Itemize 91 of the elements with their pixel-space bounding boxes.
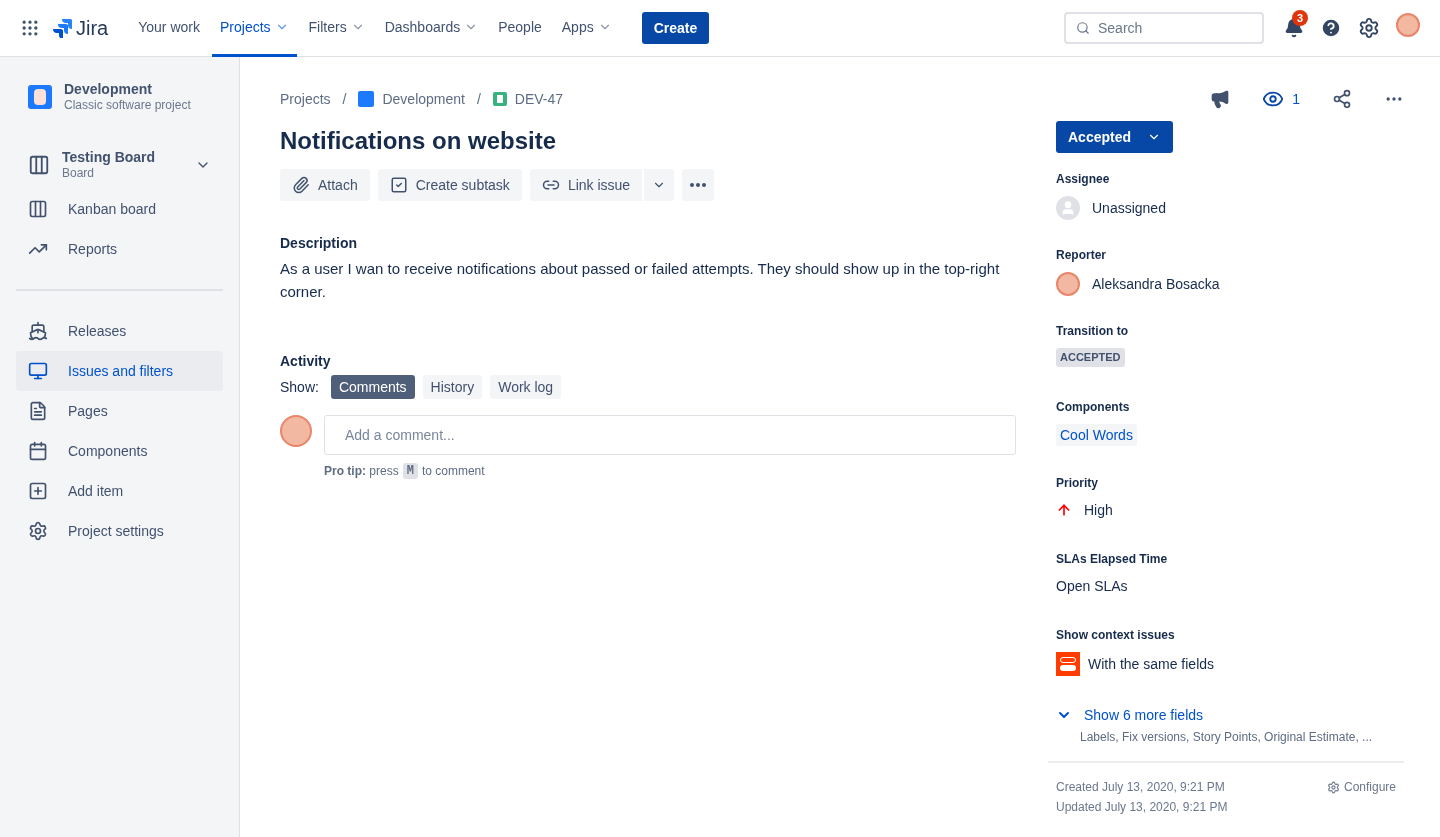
page-icon xyxy=(28,401,48,421)
app-switcher-icon[interactable] xyxy=(20,18,40,38)
breadcrumb-separator: / xyxy=(341,90,348,109)
more-button[interactable] xyxy=(682,169,715,201)
ship-icon xyxy=(28,321,48,341)
field-value[interactable]: Open SLAs xyxy=(1056,576,1128,596)
activity-tab[interactable]: Comments xyxy=(330,375,415,399)
breadcrumb-link[interactable]: Projects xyxy=(280,89,331,109)
field-label: Assignee xyxy=(1056,171,1111,187)
checkbox-icon xyxy=(389,176,408,194)
sidebar-item[interactable]: Add item xyxy=(16,471,223,511)
settings-icon[interactable] xyxy=(1358,17,1380,39)
avatar xyxy=(1056,272,1080,296)
breadcrumb-link[interactable]: DEV-47 xyxy=(514,89,564,109)
breadcrumb-link[interactable]: Development xyxy=(382,89,465,109)
logo-text: Jira xyxy=(76,16,109,41)
monitor-icon xyxy=(28,361,48,381)
action-button[interactable]: Create subtask xyxy=(377,169,522,201)
description-text[interactable]: As a user I wan to receive notifications about passed or failed attempts. They should show up in the top-right corner. xyxy=(280,257,1016,303)
project-name: Development xyxy=(64,81,153,97)
project-icon xyxy=(358,91,375,107)
share-icon[interactable] xyxy=(1332,89,1352,109)
nav-item[interactable]: Apps xyxy=(553,0,620,57)
show-label: Show: xyxy=(280,378,319,397)
app-icon xyxy=(1056,652,1080,676)
activity-tab[interactable]: Work log xyxy=(490,375,562,399)
sidebar-item[interactable]: Issues and filters xyxy=(16,351,223,391)
board-name: Testing Board xyxy=(62,149,157,165)
paperclip-icon xyxy=(292,176,310,194)
user-icon xyxy=(1056,196,1080,220)
settings-icon xyxy=(28,521,48,541)
avatar xyxy=(1396,12,1420,37)
avatar xyxy=(280,415,312,447)
field-label: SLAs Elapsed Time xyxy=(1056,551,1169,567)
board-icon xyxy=(28,199,48,219)
create-button[interactable]: Create xyxy=(641,12,710,44)
keyboard-key: M xyxy=(402,463,418,479)
field-label: Components xyxy=(1056,399,1131,415)
board-selector[interactable]: Testing Board Board xyxy=(16,145,223,185)
nav-item[interactable]: People xyxy=(490,0,550,57)
field-value[interactable]: With the same fields xyxy=(1088,654,1215,674)
field-label: Reporter xyxy=(1056,247,1107,263)
field-label: Transition to xyxy=(1056,323,1129,339)
breadcrumb-separator: / xyxy=(475,90,482,109)
board-icon xyxy=(28,154,50,176)
field-value[interactable]: Aleksandra Bosacka xyxy=(1092,274,1220,294)
sidebar-item[interactable]: Components xyxy=(16,431,223,471)
watcher-count: 1 xyxy=(1292,90,1300,109)
logo-icon xyxy=(52,18,72,38)
project-type: Classic software project xyxy=(64,97,191,113)
field-label: Priority xyxy=(1056,475,1099,491)
show-more-link[interactable]: Show 6 more fields xyxy=(1056,705,1204,725)
sidebar-item[interactable]: Reports xyxy=(16,229,223,269)
nav-item[interactable]: Dashboards xyxy=(376,0,487,57)
nav-item[interactable]: Filters xyxy=(300,0,373,57)
help-icon[interactable] xyxy=(1320,17,1342,39)
megaphone-icon[interactable] xyxy=(1210,89,1231,109)
pro-tip-text: Pro tip: press xyxy=(324,463,399,479)
calendar-icon xyxy=(28,441,48,461)
updated-date: Updated July 13, 2020, 9:21 PM xyxy=(1056,799,1228,815)
board-type: Board xyxy=(62,165,96,181)
search-field[interactable]: Search xyxy=(1064,12,1264,44)
section-heading: Description xyxy=(280,234,358,253)
field-label: Show context issues xyxy=(1056,627,1176,643)
search-icon xyxy=(1076,21,1090,35)
field-value[interactable]: High xyxy=(1084,500,1113,520)
add-icon xyxy=(28,481,48,501)
sidebar-item[interactable]: Kanban board xyxy=(16,189,223,229)
sidebar-item[interactable]: Pages xyxy=(16,391,223,431)
action-button[interactable]: Link issue xyxy=(529,169,643,201)
activity-tab[interactable]: History xyxy=(422,375,483,399)
settings-icon xyxy=(1326,780,1340,794)
sidebar-item[interactable]: Releases xyxy=(16,311,223,351)
component-tag[interactable]: Cool Words xyxy=(1056,424,1137,446)
nav-item[interactable]: Your work xyxy=(130,0,208,57)
issue-title[interactable]: Notifications on website xyxy=(280,125,1016,157)
more-icon xyxy=(690,183,707,187)
created-date: Created July 13, 2020, 9:21 PM xyxy=(1056,779,1226,795)
status-lozenge: ACCEPTED xyxy=(1056,348,1125,367)
status-button[interactable]: Accepted xyxy=(1056,121,1174,153)
field-value[interactable]: Unassigned xyxy=(1092,198,1166,218)
section-heading: Activity xyxy=(280,352,332,371)
story-icon xyxy=(492,92,507,106)
sidebar-item[interactable]: Project settings xyxy=(16,511,223,551)
pro-tip-text: to comment xyxy=(421,463,485,479)
configure-link[interactable]: Configure xyxy=(1326,779,1396,795)
more-fields-list: Labels, Fix versions, Story Points, Original Estimate, ... xyxy=(1080,729,1404,745)
notification-badge: 3 xyxy=(1292,10,1309,26)
comment-field[interactable]: Add a comment... xyxy=(324,415,1016,455)
action-button[interactable]: Attach xyxy=(280,169,370,201)
project-icon xyxy=(28,85,52,109)
